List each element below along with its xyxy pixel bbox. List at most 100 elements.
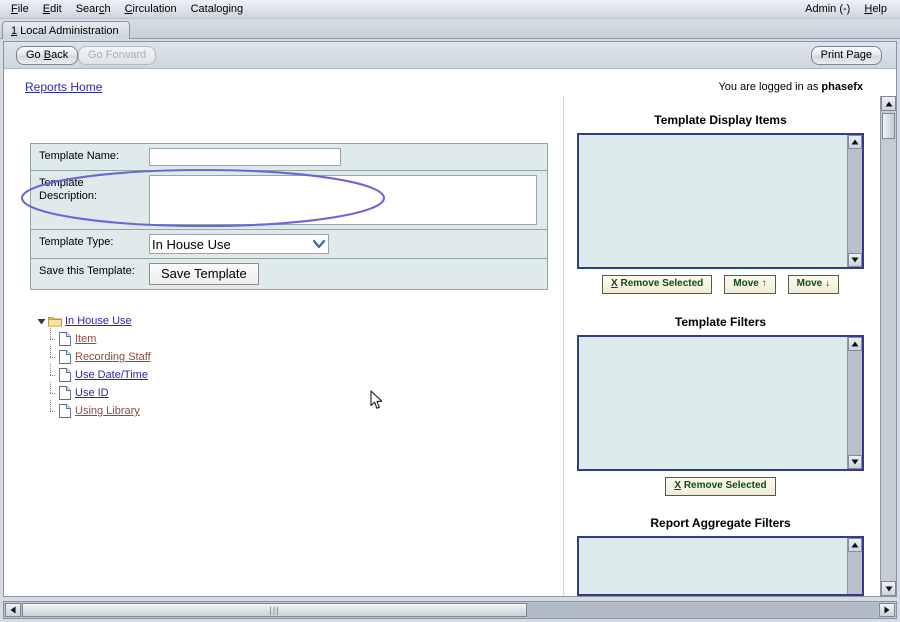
tree-connector <box>46 330 57 348</box>
template-type-select-wrapper: In House Use <box>149 234 329 254</box>
template-filters-listbox[interactable] <box>577 335 864 471</box>
button-label: Remove Selected <box>620 278 703 289</box>
tree-label-in-house-use[interactable]: In House Use <box>65 315 132 327</box>
menu-item-file[interactable]: File <box>4 0 36 18</box>
document-icon <box>57 386 73 400</box>
tree-connector <box>46 366 57 384</box>
move-down-button[interactable]: Move ↓ <box>788 275 839 294</box>
section-report-aggregate-filters: Report Aggregate Filters <box>566 516 875 596</box>
go-forward-button: Go Forward <box>78 46 156 65</box>
document-icon <box>57 332 73 346</box>
tree-label-item[interactable]: Item <box>75 333 96 345</box>
horizontal-scroll-track[interactable] <box>527 603 878 617</box>
template-display-items-listbox[interactable] <box>577 133 864 269</box>
report-aggregate-filters-listbox[interactable] <box>577 536 864 596</box>
tree-node-item[interactable]: Item <box>46 330 151 348</box>
logged-in-status: You are logged in as phasefx <box>718 81 863 93</box>
tree-node-in-house-use[interactable]: In House Use <box>36 312 151 330</box>
reports-home-link[interactable]: Reports Home <box>25 80 102 94</box>
scroll-up-icon[interactable] <box>848 135 862 149</box>
folder-icon <box>47 315 63 327</box>
menu-bar-right-group: Admin (-) Help <box>798 0 894 18</box>
template-name-row: Template Name: <box>30 143 548 170</box>
scrollbar-track[interactable] <box>848 351 862 455</box>
remove-selected-filters-button[interactable]: X Remove Selected <box>665 477 775 496</box>
browser-toolbar: Go Back Go Forward Print Page <box>4 42 896 69</box>
listbox-scrollbar[interactable] <box>847 135 862 267</box>
horizontal-scroll-thumb[interactable]: ||| <box>22 603 527 617</box>
tree-connector <box>46 384 57 402</box>
application-window: File Edit Search Circulation Cataloging … <box>0 0 900 622</box>
x-glyph: X <box>611 278 618 289</box>
vertical-scroll-thumb[interactable] <box>882 113 895 139</box>
section-template-filters: Template Filters X Remove Selected <box>566 315 875 496</box>
scroll-left-icon[interactable] <box>5 603 21 617</box>
template-name-label: Template Name: <box>31 144 149 170</box>
tree-node-use-id[interactable]: Use ID <box>46 384 151 402</box>
tree-node-use-date-time[interactable]: Use Date/Time <box>46 366 151 384</box>
button-label: Remove Selected <box>684 480 767 491</box>
tab-local-administration[interactable]: 1 Local Administration <box>2 21 130 39</box>
logged-in-prefix: You are logged in as <box>718 81 821 93</box>
template-description-textarea[interactable] <box>149 175 537 225</box>
template-type-label: Template Type: <box>31 230 149 258</box>
tree-node-recording-staff[interactable]: Recording Staff <box>46 348 151 366</box>
scrollbar-track[interactable] <box>848 149 862 253</box>
logged-in-username: phasefx <box>821 81 863 93</box>
save-template-button[interactable]: Save Template <box>149 263 259 285</box>
template-description-row: TemplateDescription: <box>30 170 548 229</box>
display-items-button-row: X Remove Selected Move ↑ Move ↓ <box>566 275 875 294</box>
document-inner: Reports Home You are logged in as phasef… <box>4 69 875 596</box>
scroll-down-icon[interactable] <box>881 581 896 596</box>
menu-item-search[interactable]: Search <box>69 0 118 18</box>
go-back-button[interactable]: Go Back <box>16 46 78 65</box>
tree-node-using-library[interactable]: Using Library <box>46 402 151 420</box>
save-template-control: Save Template <box>149 259 547 289</box>
template-type-control: In House Use <box>149 230 547 258</box>
scroll-right-icon[interactable] <box>879 603 895 617</box>
triangle-down-icon[interactable] <box>36 317 47 326</box>
menu-item-admin[interactable]: Admin (-) <box>798 0 857 18</box>
template-name-input[interactable] <box>149 148 341 166</box>
template-description-control <box>149 171 547 229</box>
save-template-label: Save this Template: <box>31 259 149 289</box>
section-template-display-items: Template Display Items X Remove Selected… <box>566 113 875 294</box>
listbox-scrollbar[interactable] <box>847 538 862 594</box>
menu-item-circulation[interactable]: Circulation <box>118 0 184 18</box>
tree-label-use-date-time[interactable]: Use Date/Time <box>75 369 148 381</box>
tree-label-use-id[interactable]: Use ID <box>75 387 109 399</box>
scroll-up-icon[interactable] <box>848 337 862 351</box>
grip-icon: ||| <box>269 605 279 615</box>
tab-strip: 1 Local Administration <box>0 19 900 39</box>
scroll-up-icon[interactable] <box>881 96 896 111</box>
scroll-up-icon[interactable] <box>848 538 862 552</box>
scroll-down-icon[interactable] <box>848 253 862 267</box>
section-title-template-filters: Template Filters <box>566 315 875 329</box>
menu-item-edit[interactable]: Edit <box>36 0 69 18</box>
scrollbar-track[interactable] <box>848 552 862 594</box>
pane-divider <box>563 96 565 596</box>
menu-item-cataloging[interactable]: Cataloging <box>184 0 251 18</box>
page-vertical-scrollbar[interactable] <box>880 96 896 596</box>
document-icon <box>57 350 73 364</box>
section-title-aggregate-filters: Report Aggregate Filters <box>566 516 875 530</box>
template-form-panel: Template Name: TemplateDescription: Temp… <box>30 143 548 290</box>
tree-label-using-library[interactable]: Using Library <box>75 405 140 417</box>
template-type-select[interactable]: In House Use <box>149 234 329 254</box>
content-frame: Go Back Go Forward Print Page Reports Ho… <box>3 41 897 597</box>
menu-bar: File Edit Search Circulation Cataloging … <box>0 0 900 19</box>
template-name-control <box>149 144 547 170</box>
document-area: Reports Home You are logged in as phasef… <box>4 69 896 596</box>
menu-item-help[interactable]: Help <box>857 0 894 18</box>
tree-label-recording-staff[interactable]: Recording Staff <box>75 351 151 363</box>
document-icon <box>57 404 73 418</box>
window-horizontal-scrollbar[interactable]: ||| <box>3 601 897 619</box>
print-page-button[interactable]: Print Page <box>811 46 882 65</box>
document-icon <box>57 368 73 382</box>
scroll-down-icon[interactable] <box>848 455 862 469</box>
source-tree: In House Use Item Reco <box>36 312 151 420</box>
right-pane: Template Display Items X Remove Selected… <box>566 96 875 596</box>
move-up-button[interactable]: Move ↑ <box>724 275 775 294</box>
listbox-scrollbar[interactable] <box>847 337 862 469</box>
remove-selected-display-items-button[interactable]: X Remove Selected <box>602 275 712 294</box>
